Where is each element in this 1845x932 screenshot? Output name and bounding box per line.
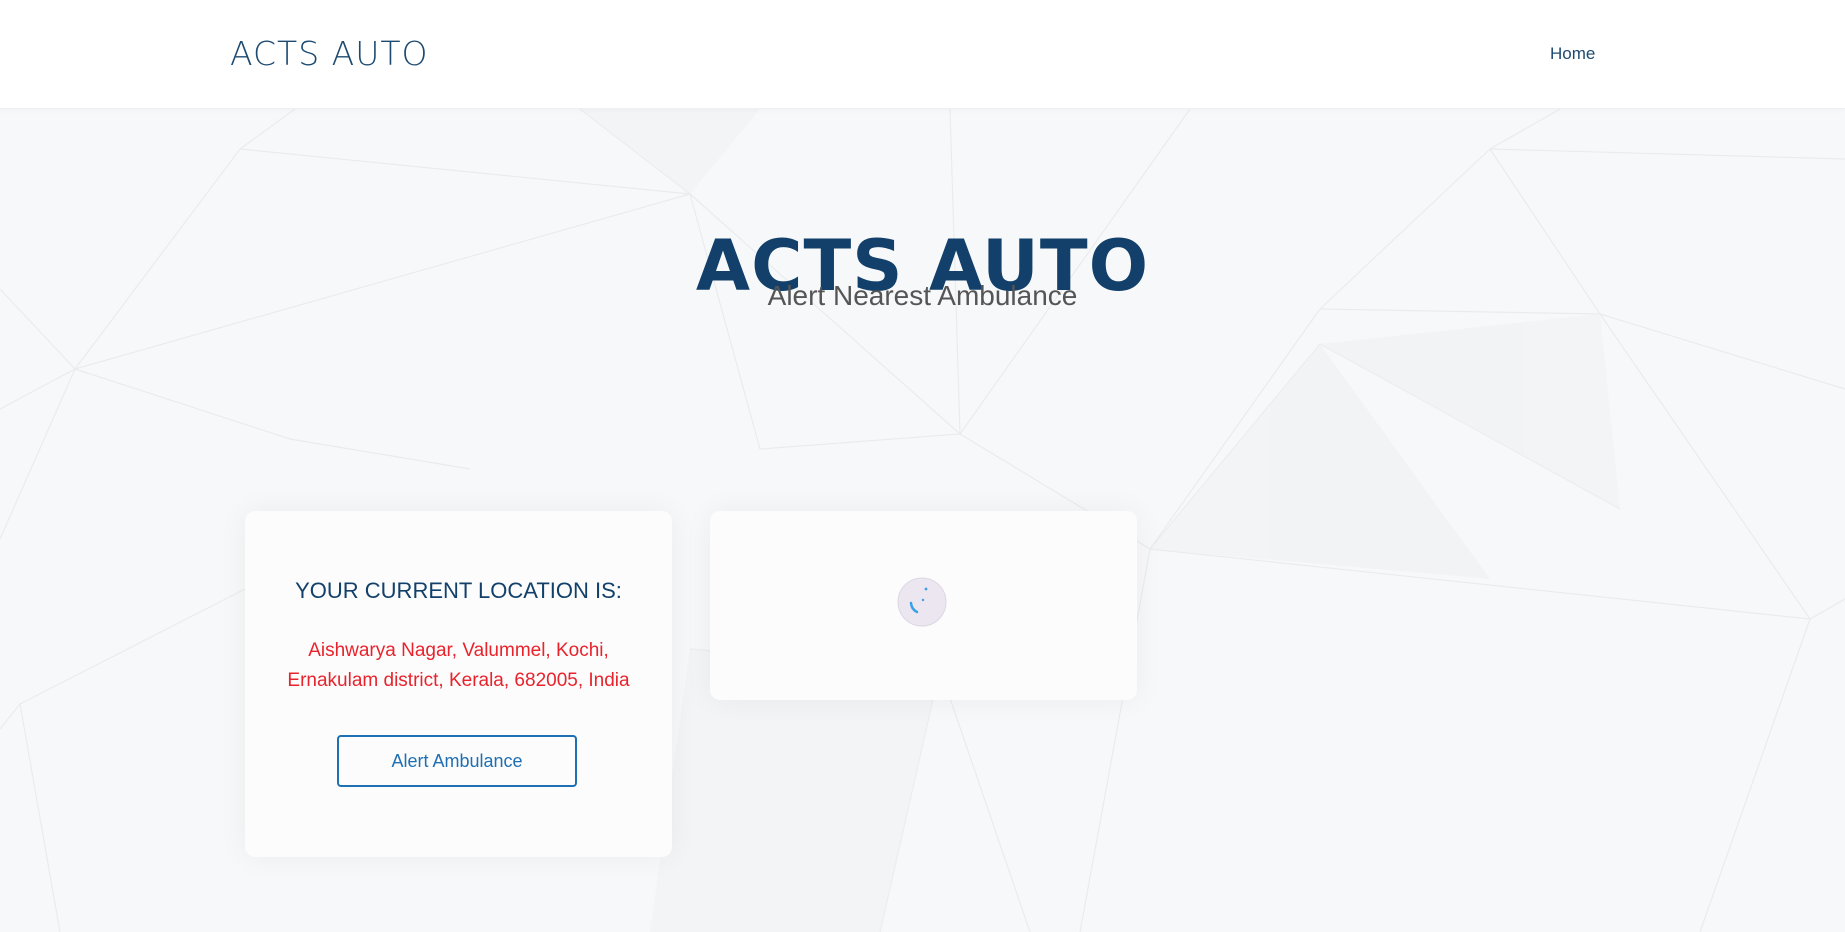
location-card: YOUR CURRENT LOCATION IS: Aishwarya Naga… [245,511,672,857]
location-heading: YOUR CURRENT LOCATION IS: [295,578,622,603]
nav-home-link[interactable]: Home [1550,44,1595,64]
location-address: Aishwarya Nagar, Valummel, Kochi, Ernaku… [287,640,630,691]
spinner-icon [897,577,947,627]
site-header: ACTS AUTO Home [0,0,1845,109]
map-card [710,511,1137,700]
alert-ambulance-button[interactable]: Alert Ambulance [337,735,577,787]
hero-subtitle: Alert Nearest Ambulance [767,280,1078,311]
hero-section: ACTS AUTO Alert Nearest Ambulance YOUR C… [0,109,1845,932]
site-logo[interactable]: ACTS AUTO [230,34,429,74]
page: ACTS AUTO Home ACTS AUTO Alert Nearest A… [0,0,1845,932]
